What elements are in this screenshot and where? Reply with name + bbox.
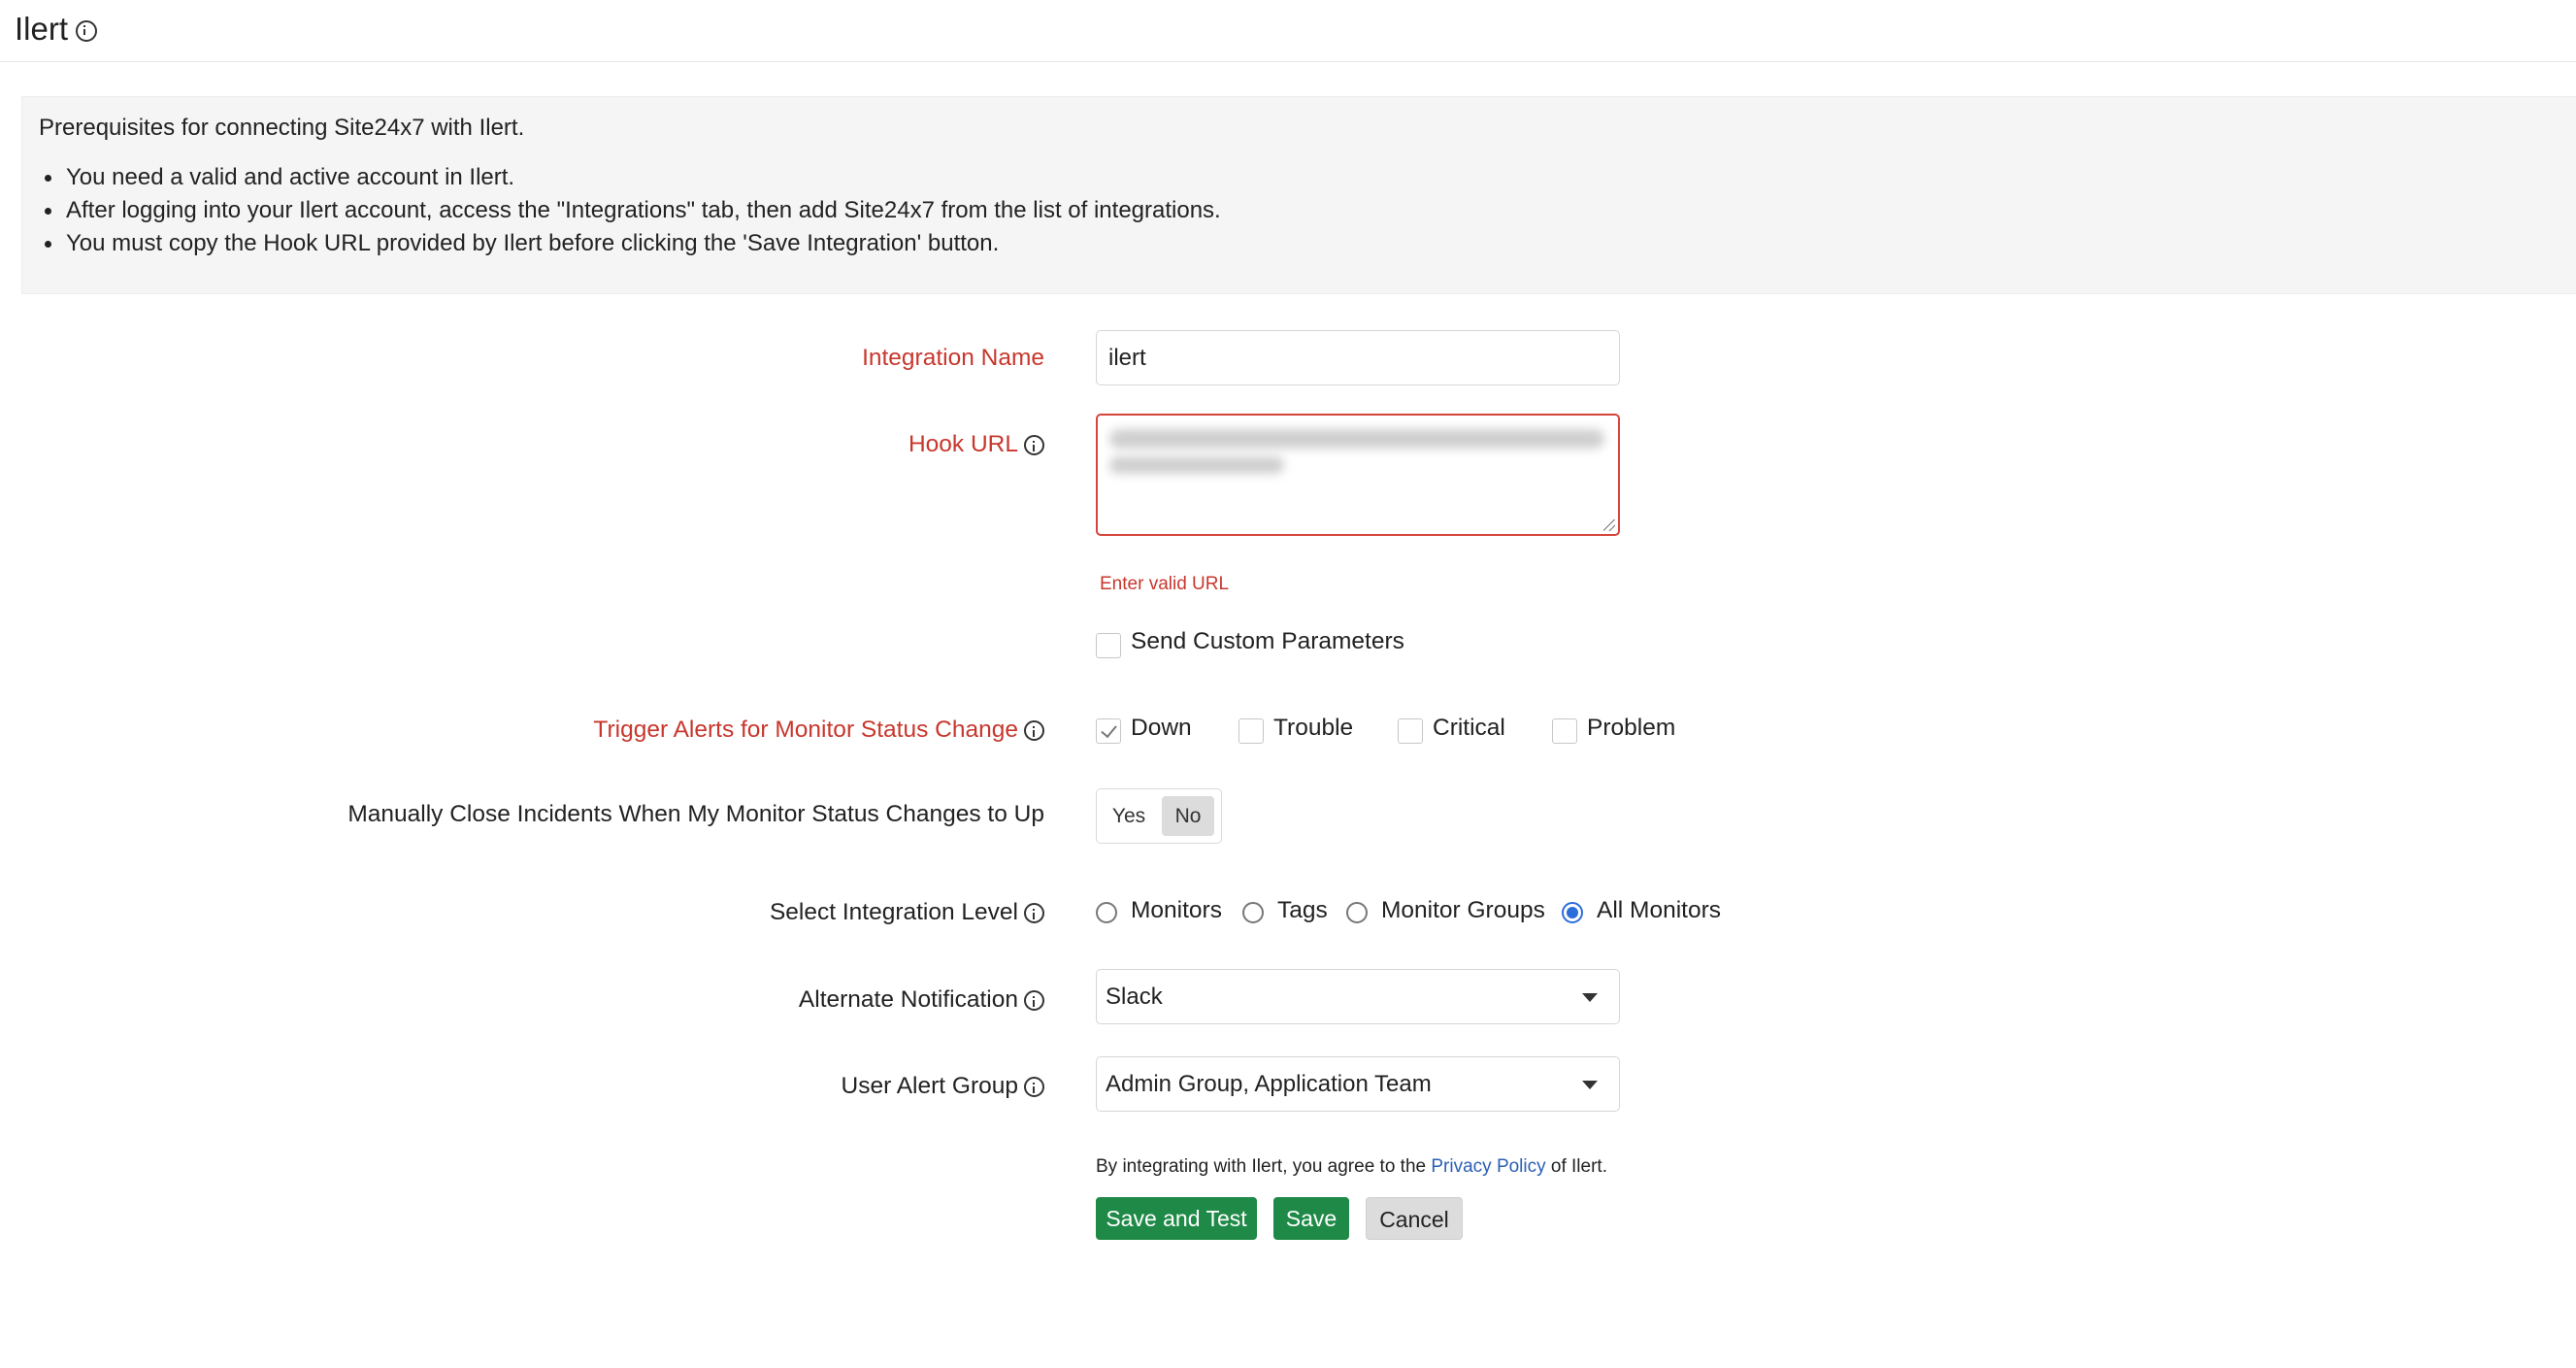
info-icon[interactable] — [1024, 720, 1044, 742]
info-icon[interactable] — [1024, 990, 1044, 1012]
hook-url-textarea[interactable] — [1096, 414, 1620, 536]
trouble-label: Trouble — [1273, 715, 1354, 741]
critical-label: Critical — [1433, 715, 1505, 741]
chevron-down-icon — [1582, 1081, 1598, 1089]
list-item: You must copy the Hook URL provided by I… — [39, 227, 1221, 260]
manual-close-label: Manually Close Incidents When My Monitor… — [347, 801, 1044, 827]
redacted-url-text — [1109, 456, 1284, 474]
resize-handle-icon[interactable] — [1603, 519, 1615, 531]
toggle-yes-option[interactable]: Yes — [1106, 796, 1152, 836]
list-item: You need a valid and active account in I… — [39, 161, 1221, 194]
monitor-groups-radio-label: Monitor Groups — [1381, 897, 1545, 923]
chevron-down-icon — [1582, 993, 1598, 1002]
trigger-alerts-label: Trigger Alerts for Monitor Status Change — [171, 716, 1044, 745]
manual-close-toggle: Yes No — [1096, 788, 1222, 844]
user-alert-group-select[interactable]: Admin Group, Application Team — [1096, 1056, 1620, 1112]
tags-radio[interactable] — [1242, 902, 1264, 923]
prerequisites-list: You need a valid and active account in I… — [39, 161, 1221, 260]
page-title: Ilert — [15, 11, 69, 47]
integration-level-label: Select Integration Level — [171, 898, 1044, 927]
toggle-no-option[interactable]: No — [1162, 796, 1214, 836]
hook-url-label: Hook URL — [171, 430, 1044, 459]
page-header — [0, 0, 2576, 62]
prerequisites-title: Prerequisites for connecting Site24x7 wi… — [39, 115, 525, 141]
monitors-radio[interactable] — [1096, 902, 1117, 923]
cancel-button[interactable]: Cancel — [1366, 1197, 1463, 1240]
redacted-url-text — [1109, 429, 1604, 449]
info-icon[interactable] — [1024, 435, 1044, 456]
list-item: After logging into your Ilert account, a… — [39, 194, 1221, 227]
critical-checkbox[interactable] — [1398, 718, 1423, 744]
alternate-notification-select[interactable]: Slack — [1096, 969, 1620, 1024]
problem-checkbox[interactable] — [1552, 718, 1577, 744]
tags-radio-label: Tags — [1277, 897, 1328, 923]
integration-name-input[interactable] — [1096, 330, 1620, 385]
save-and-test-button[interactable]: Save and Test — [1096, 1197, 1257, 1240]
down-checkbox[interactable] — [1096, 718, 1121, 744]
problem-label: Problem — [1587, 715, 1676, 741]
info-icon[interactable] — [1024, 903, 1044, 924]
alternate-notification-label: Alternate Notification — [171, 985, 1044, 1015]
all-monitors-radio[interactable] — [1562, 902, 1583, 923]
user-alert-group-label: User Alert Group — [171, 1072, 1044, 1101]
integration-name-label: Integration Name — [862, 345, 1044, 371]
custom-params-label: Send Custom Parameters — [1131, 628, 1404, 654]
info-icon[interactable] — [1024, 1077, 1044, 1098]
agreement-text: By integrating with Ilert, you agree to … — [1096, 1156, 1607, 1177]
user-alert-group-value: Admin Group, Application Team — [1106, 1071, 1432, 1097]
trouble-checkbox[interactable] — [1238, 718, 1264, 744]
monitor-groups-radio[interactable] — [1346, 902, 1368, 923]
all-monitors-radio-label: All Monitors — [1597, 897, 1721, 923]
monitors-radio-label: Monitors — [1131, 897, 1222, 923]
custom-params-checkbox[interactable] — [1096, 633, 1121, 658]
hook-url-error: Enter valid URL — [1100, 574, 1230, 594]
info-icon[interactable] — [76, 20, 97, 42]
privacy-policy-link[interactable]: Privacy Policy — [1431, 1156, 1545, 1177]
save-button[interactable]: Save — [1273, 1197, 1349, 1240]
down-label: Down — [1131, 715, 1192, 741]
alternate-notification-value: Slack — [1106, 984, 1163, 1010]
